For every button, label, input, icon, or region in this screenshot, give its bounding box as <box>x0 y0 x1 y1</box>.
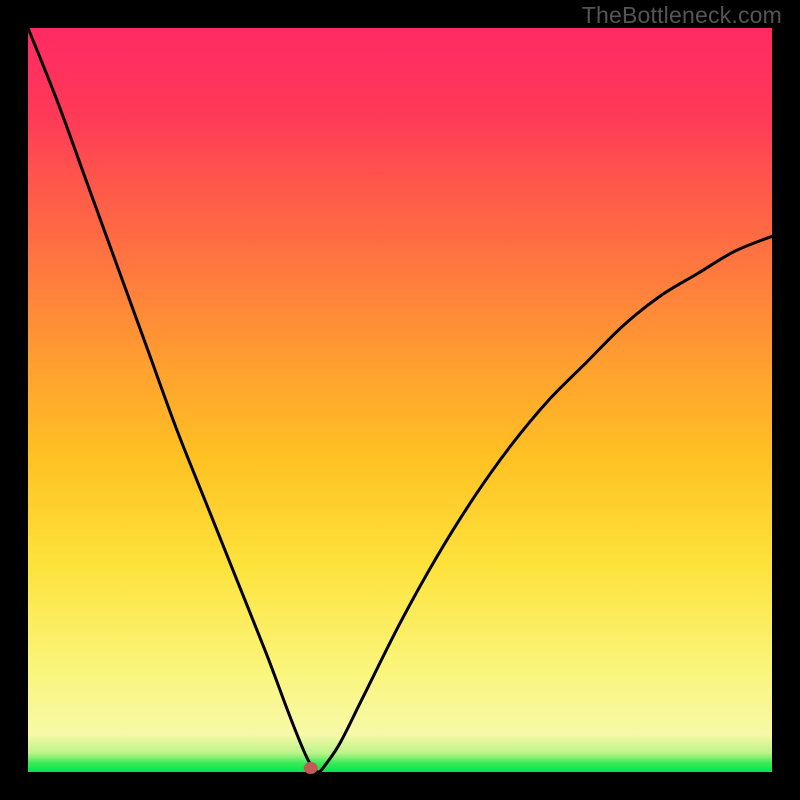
chart-frame: TheBottleneck.com <box>0 0 800 800</box>
plot-area <box>28 28 772 772</box>
minimum-marker <box>304 762 318 774</box>
bottleneck-curve <box>28 28 772 772</box>
attribution-text: TheBottleneck.com <box>582 2 782 29</box>
